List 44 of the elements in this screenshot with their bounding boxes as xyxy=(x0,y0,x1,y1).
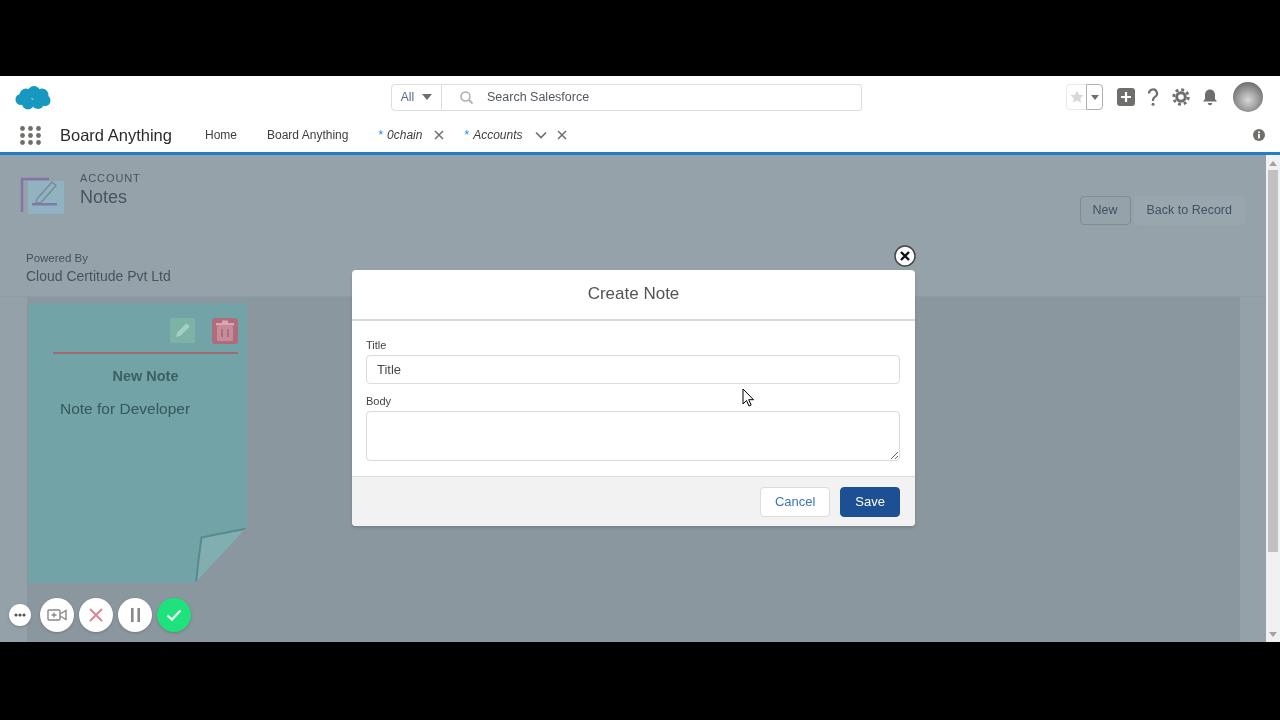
title-field[interactable]: Title xyxy=(366,355,900,384)
bell-icon[interactable] xyxy=(1201,88,1219,106)
caret-down-icon xyxy=(422,94,433,100)
pause-icon xyxy=(130,608,140,622)
close-icon[interactable] xyxy=(894,245,916,267)
nav-tab[interactable]: * Accounts xyxy=(454,118,523,152)
scrollbar[interactable] xyxy=(1266,155,1280,642)
cancel-button[interactable]: Cancel xyxy=(759,486,831,517)
info-icon[interactable] xyxy=(1253,129,1265,141)
page-title: Notes xyxy=(80,186,128,208)
star-icon xyxy=(1069,90,1084,104)
app-launcher-icon[interactable] xyxy=(20,125,41,145)
close-icon xyxy=(89,608,103,622)
favorites-menu-button[interactable] xyxy=(1086,84,1103,110)
company-name: Cloud Certitude Pvt Ltd xyxy=(26,267,171,285)
more-icon xyxy=(14,613,26,617)
app-name: Board Anything xyxy=(60,124,173,146)
help-icon[interactable] xyxy=(1147,88,1159,106)
note-title: New Note xyxy=(112,367,179,385)
cloud-logo-icon[interactable] xyxy=(15,84,51,110)
scrollbar-thumb[interactable] xyxy=(1268,170,1278,552)
body-field[interactable] xyxy=(366,411,900,461)
caret-down-icon xyxy=(1090,94,1099,100)
powered-by-label: Powered By xyxy=(26,251,88,265)
chevron-down-icon[interactable] xyxy=(534,131,547,139)
search-field[interactable]: Search Salesforce xyxy=(442,83,862,111)
nav-tab[interactable]: Board Anything xyxy=(257,118,359,152)
field-label: Title xyxy=(366,339,387,352)
object-type-label: ACCOUNT xyxy=(80,172,141,185)
search-scope-dropdown[interactable]: All xyxy=(391,83,442,111)
user-avatar[interactable] xyxy=(1233,82,1263,112)
field-label: Body xyxy=(366,395,392,408)
video-camera-icon xyxy=(47,608,67,622)
check-icon xyxy=(166,609,182,621)
save-button[interactable]: Save xyxy=(840,486,900,517)
nav-tab[interactable]: * 0chain xyxy=(368,118,423,152)
folded-corner-icon xyxy=(195,527,247,583)
search-icon xyxy=(460,90,473,104)
plus-icon[interactable] xyxy=(1117,88,1135,106)
modal-title: Create Note xyxy=(587,284,680,305)
mouse-cursor-icon xyxy=(742,388,754,407)
settings-icon[interactable] xyxy=(1172,88,1190,106)
nav-tab[interactable]: Home xyxy=(195,118,247,152)
note-text: Note for Developer xyxy=(60,399,191,419)
